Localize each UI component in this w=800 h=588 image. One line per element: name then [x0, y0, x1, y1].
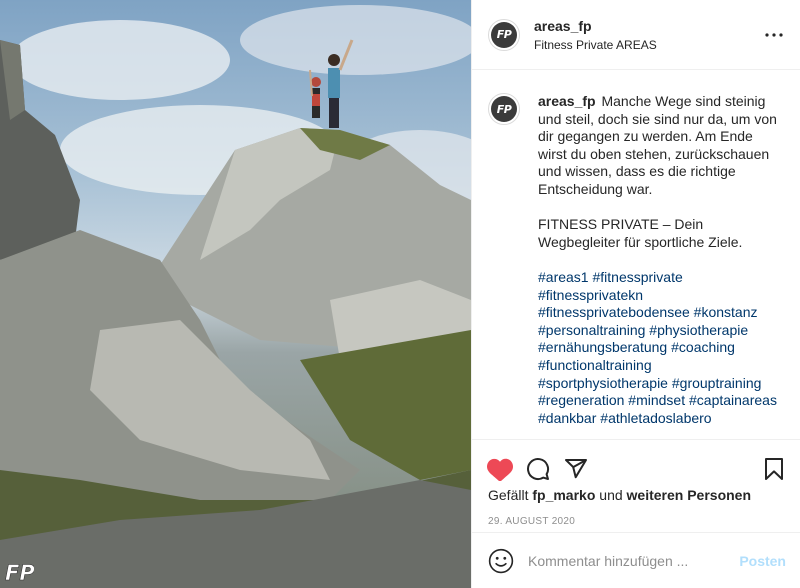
hashtag-link[interactable]: #functionaltraining	[538, 357, 652, 373]
more-icon	[765, 32, 783, 37]
comment-form: Posten	[472, 532, 800, 588]
hashtag-link[interactable]: #fitnessprivatebodensee	[538, 304, 690, 320]
caption-body: areas_fp Manche Wege sind steinig und st…	[538, 93, 784, 427]
header-text: areas_fp Fitness Private AREAS	[534, 17, 762, 53]
caption-username[interactable]: areas_fp	[538, 93, 596, 109]
hashtag-link[interactable]: #regeneration	[538, 392, 624, 408]
header-location[interactable]: Fitness Private AREAS	[534, 37, 762, 53]
avatar[interactable]: FP	[488, 18, 520, 51]
caption-paragraph-2: FITNESS PRIVATE – Dein Wegbegleiter für …	[538, 216, 743, 250]
more-options-button[interactable]	[762, 23, 786, 47]
liked-by-others[interactable]: weiteren Personen	[627, 487, 752, 503]
post-photo[interactable]: FP	[0, 0, 471, 588]
comment-icon	[527, 458, 550, 481]
emoji-icon[interactable]	[488, 548, 514, 574]
comment-button[interactable]	[524, 455, 552, 483]
hashtag-link[interactable]: #sportphysiotherapie	[538, 375, 668, 391]
hashtag-link[interactable]: #athletadoslabero	[600, 410, 711, 426]
hashtag-link[interactable]: #ernähungsberatung	[538, 339, 667, 355]
header-username[interactable]: areas_fp	[534, 17, 762, 35]
caption-avatar[interactable]: FP	[488, 93, 520, 125]
hashtag-list: #areas1 #fitnessprivate #fitnessprivatek…	[538, 269, 784, 427]
post-date[interactable]: 29. AUGUST 2020	[472, 516, 800, 527]
hashtag-link[interactable]: #fitnessprivatekn	[538, 287, 643, 303]
likes-mid: und	[599, 487, 623, 503]
save-button[interactable]	[760, 455, 788, 483]
action-bar	[472, 440, 800, 488]
likes-summary: Gefällt fp_marko und weiteren Personen	[472, 486, 800, 504]
comments-section[interactable]: FP areas_fp Manche Wege sind steinig und…	[472, 71, 800, 439]
comment-input[interactable]	[528, 552, 740, 569]
liked-by-user[interactable]: fp_marko	[532, 487, 595, 503]
likes-prefix: Gefällt	[488, 487, 529, 503]
hashtag-link[interactable]: #coaching	[671, 339, 735, 355]
post-header: FP areas_fp Fitness Private AREAS	[472, 0, 800, 70]
svg-text:FP: FP	[5, 561, 34, 584]
hashtag-link[interactable]: #konstanz	[694, 304, 758, 320]
hashtag-link[interactable]: #captainareas	[689, 392, 777, 408]
hashtag-link[interactable]: #fitnessprivate	[592, 269, 682, 285]
hashtag-link[interactable]: #dankbar	[538, 410, 596, 426]
post-comment-button[interactable]: Posten	[739, 553, 786, 569]
avatar-logo: FP	[491, 21, 517, 48]
share-icon	[565, 459, 587, 479]
hashtag-link[interactable]: #personaltraining	[538, 322, 645, 338]
caption-paragraph-1: areas_fp Manche Wege sind steinig und st…	[538, 93, 784, 199]
share-button[interactable]	[562, 455, 590, 483]
caption-avatar-logo: FP	[491, 96, 517, 122]
hashtag-link[interactable]: #mindset	[628, 392, 685, 408]
caption: FP areas_fp Manche Wege sind steinig und…	[488, 93, 784, 427]
mountain-scene	[0, 5, 471, 588]
hashtag-link[interactable]: #areas1	[538, 269, 589, 285]
bookmark-icon	[765, 458, 783, 480]
post-sidebar: FP areas_fp Fitness Private AREAS FP are…	[471, 0, 800, 588]
hashtag-link[interactable]: #grouptraining	[672, 375, 762, 391]
like-button[interactable]	[486, 455, 514, 483]
fp-logo-watermark: FP	[4, 558, 34, 584]
hashtag-link[interactable]: #physiotherapie	[649, 322, 748, 338]
heart-filled-icon	[487, 458, 513, 481]
